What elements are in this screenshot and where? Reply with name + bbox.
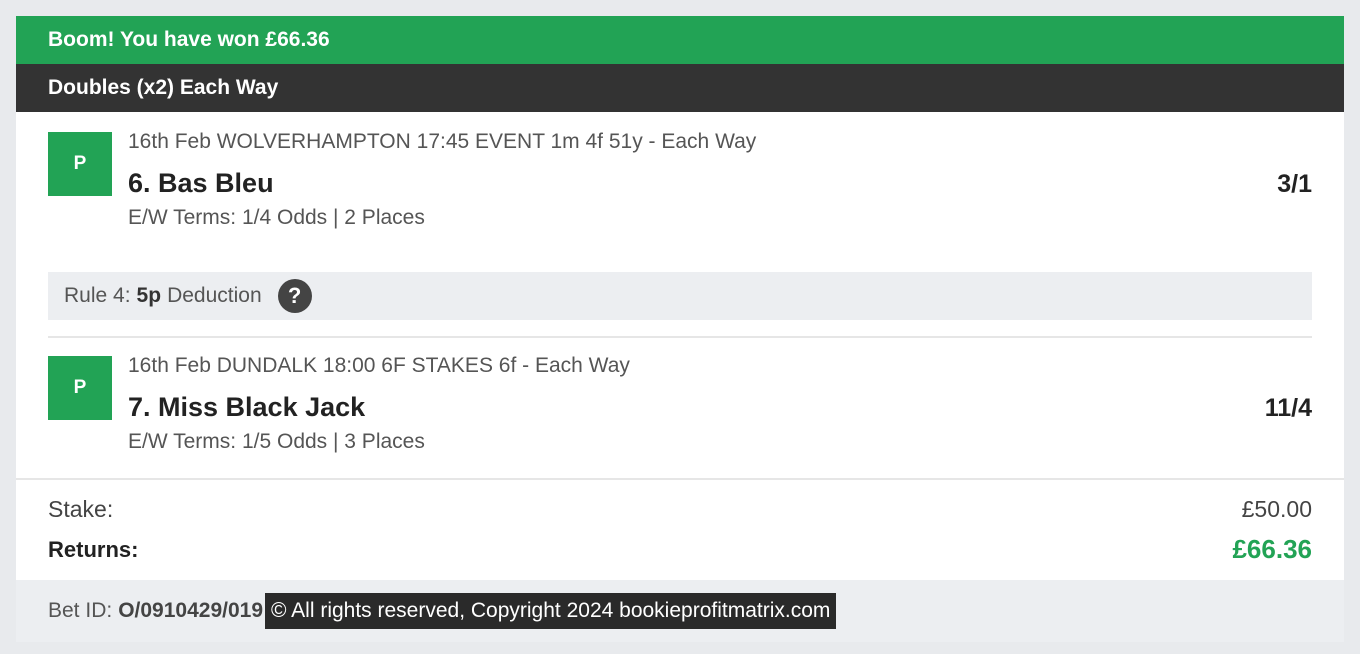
- help-icon[interactable]: ?: [277, 279, 312, 313]
- selection-odds: 3/1: [1277, 170, 1312, 198]
- selection-name: 6. Bas Bleu: [128, 168, 274, 198]
- divider: [16, 478, 1344, 480]
- selection-name: 7. Miss Black Jack: [128, 392, 366, 422]
- returns-label: Returns:: [48, 536, 139, 562]
- selection-odds: 11/4: [1264, 394, 1312, 422]
- win-banner: Boom! You have won £66.36: [16, 16, 1344, 64]
- bet-id-label: Bet ID:: [48, 599, 113, 622]
- bet-id-value: O/0910429/019: [118, 599, 263, 622]
- rule4-deduction: Rule 4: 5p Deduction ?: [48, 272, 1312, 320]
- stake-value: £50.00: [1241, 496, 1312, 522]
- selection-item: P 16th Feb DUNDALK 18:00 6F STAKES 6f - …: [16, 336, 1344, 478]
- selection-item: P 16th Feb WOLVERHAMPTON 17:45 EVENT 1m …: [16, 112, 1344, 254]
- placed-badge: P: [48, 356, 112, 420]
- copyright-watermark: © All rights reserved, Copyright 2024 bo…: [265, 593, 837, 629]
- stake-row: Stake: £50.00: [48, 496, 1312, 523]
- selection-terms: E/W Terms: 1/4 Odds | 2 Places: [128, 206, 425, 229]
- bet-type-header: Doubles (x2) Each Way: [16, 64, 1344, 112]
- selection-event: 16th Feb WOLVERHAMPTON 17:45 EVENT 1m 4f…: [128, 130, 757, 153]
- stake-label: Stake:: [48, 496, 114, 522]
- bet-receipt-card: Boom! You have won £66.36 Doubles (x2) E…: [16, 16, 1344, 642]
- returns-value: £66.36: [1232, 534, 1312, 564]
- win-text: Boom! You have won £66.36: [48, 28, 330, 51]
- bet-type-label: Doubles (x2) Each Way: [48, 76, 279, 99]
- rule4-amount: 5p: [136, 284, 162, 307]
- rule4-prefix: Rule 4:: [64, 284, 131, 307]
- placed-badge: P: [48, 132, 112, 196]
- bet-footer: Bet ID: O/0910429/019 © All rights reser…: [16, 580, 1344, 642]
- selection-terms: E/W Terms: 1/5 Odds | 3 Places: [128, 430, 425, 453]
- returns-row: Returns: £66.36: [48, 534, 1312, 565]
- rule4-suffix: Deduction: [167, 284, 262, 307]
- selection-event: 16th Feb DUNDALK 18:00 6F STAKES 6f - Ea…: [128, 354, 630, 377]
